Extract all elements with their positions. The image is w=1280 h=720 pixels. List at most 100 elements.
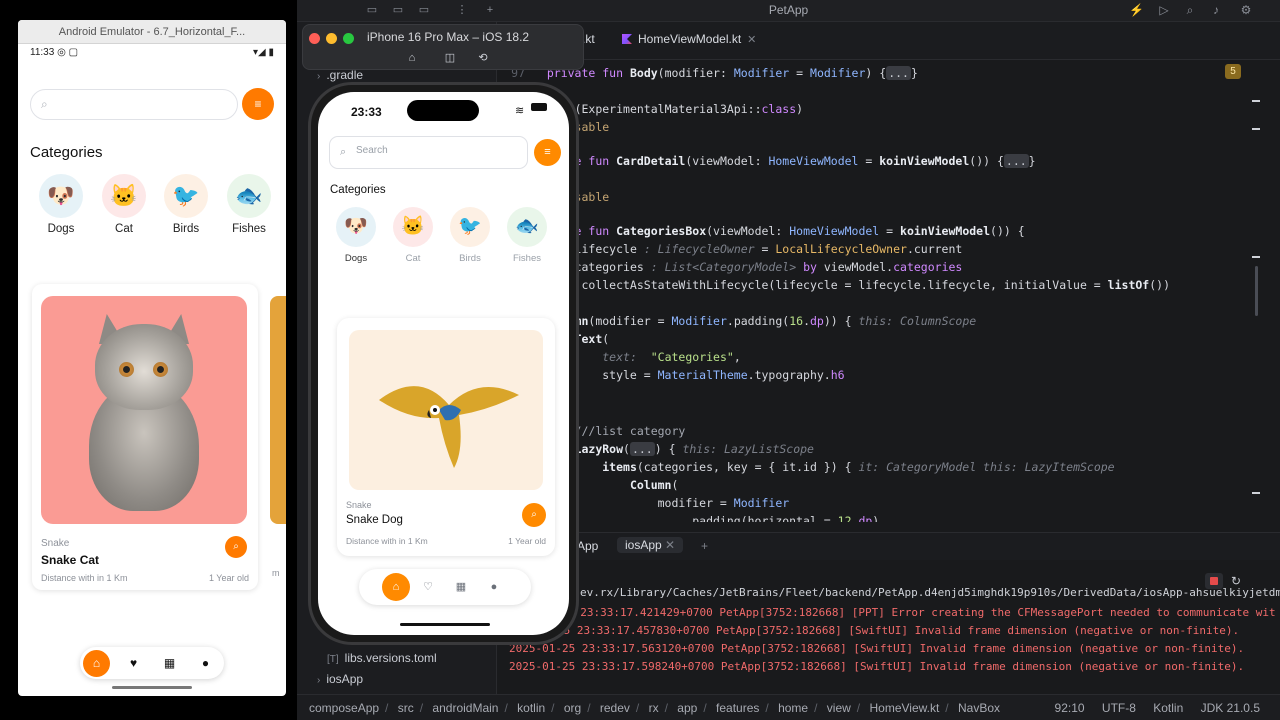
breadcrumb-item[interactable]: home [778, 701, 808, 715]
home-icon[interactable]: ⌂ [405, 51, 419, 65]
pet-type: Snake [346, 500, 372, 510]
minimize-window-button[interactable] [326, 33, 337, 44]
breadcrumb-item[interactable]: androidMain [432, 701, 498, 715]
breadcrumb-item[interactable]: app [677, 701, 697, 715]
category-dogs[interactable]: 🐶 Dogs [38, 174, 84, 235]
cat-illustration-head [95, 324, 193, 410]
home-indicator[interactable] [400, 623, 490, 626]
search-input[interactable] [356, 145, 516, 156]
next-pet-card[interactable] [270, 296, 286, 524]
search-icon-button[interactable]: ⌕ [522, 503, 546, 527]
cat-icon: 🐱 [102, 174, 146, 218]
bell-icon[interactable]: ♪ [1209, 3, 1223, 17]
dog-icon: 🐶 [336, 207, 376, 247]
code-line: items(categories, key = { it.id }) { it:… [602, 460, 1115, 474]
person-icon[interactable]: ● [192, 650, 219, 677]
bottom-nav: ⌂ ♥ ▦ ● [80, 647, 224, 679]
breadcrumb-item[interactable]: src [398, 701, 414, 715]
search-input-box[interactable]: ⌕ [329, 136, 528, 169]
search-input[interactable] [59, 97, 229, 109]
breadcrumb-item[interactable]: HomeView.kt [869, 701, 939, 715]
ide-title-bar: ▭ ▭ ▭ ⋮ + PetApp ⚡ ▷ ⌕ ♪ ⚙ [297, 0, 1280, 22]
gear-icon[interactable]: ⚙ [1239, 3, 1253, 17]
stop-button[interactable] [1205, 573, 1223, 589]
breadcrumb-item[interactable]: view [827, 701, 851, 715]
calendar-icon[interactable]: ▦ [156, 650, 183, 677]
category-dogs[interactable]: 🐶 Dogs [336, 207, 376, 264]
screenshot-icon[interactable]: ◫ [443, 51, 457, 65]
category-cat[interactable]: 🐱 Cat [101, 174, 147, 235]
gutter-mark [1252, 128, 1260, 130]
status-bar: composeApp / src / androidMain / kotlin / or… [297, 694, 1280, 720]
tree-item-gradle[interactable]: › .gradle [317, 68, 363, 82]
next-card-text: m [272, 568, 280, 578]
gesture-bar[interactable] [112, 686, 192, 689]
category-birds[interactable]: 🐦 Birds [163, 174, 209, 235]
category-birds[interactable]: 🐦 Birds [450, 207, 490, 264]
encoding[interactable]: UTF-8 [1102, 701, 1136, 715]
category-label: Cat [115, 223, 133, 235]
close-tab-icon[interactable]: ✕ [665, 538, 675, 552]
gutter-mark [1252, 100, 1260, 102]
run-console[interactable]: ev.rx/Library/Caches/JetBrains/Fleet/bac… [497, 560, 1280, 694]
calendar-icon[interactable]: ▦ [447, 573, 475, 601]
tab-homeviewmodel[interactable]: HomeViewModel.kt ✕ [622, 32, 756, 46]
pet-card[interactable]: Snake Snake Cat Distance with in 1 Km 1 … [32, 284, 258, 590]
terminal-tabs: App iosApp ✕ + [497, 532, 1280, 560]
rotate-icon[interactable]: ⟲ [476, 51, 490, 65]
language[interactable]: Kotlin [1153, 701, 1183, 715]
home-icon[interactable]: ⌂ [382, 573, 410, 601]
search-icon: ⌕ [41, 97, 48, 111]
zoom-window-button[interactable] [343, 33, 354, 44]
restart-icon[interactable]: ↻ [1227, 573, 1245, 589]
code-editor[interactable]: 97 private fun Body(modifier: Modifier =… [497, 62, 1257, 522]
bird-icon: 🐦 [450, 207, 490, 247]
fish-icon: 🐟 [227, 174, 271, 218]
breadcrumb-item[interactable]: redev [600, 701, 630, 715]
filter-button[interactable]: ≡ [534, 139, 561, 166]
gutter-mark [1252, 492, 1260, 494]
tab-composeapp[interactable]: App [577, 539, 598, 553]
category-fishes[interactable]: 🐟 Fishes [507, 207, 547, 264]
person-icon[interactable]: ● [480, 573, 508, 601]
search-input-box[interactable]: ⌕ [30, 89, 238, 120]
search-icon-button[interactable]: ⌕ [225, 536, 247, 558]
tab-iosapp[interactable]: iosApp ✕ [617, 537, 684, 553]
tree-item-libs-versions[interactable]: [T] libs.versions.toml [327, 651, 437, 665]
breadcrumb-item[interactable]: features [716, 701, 759, 715]
run-icon[interactable]: ▷ [1157, 3, 1171, 17]
jdk-version[interactable]: JDK 21.0.5 [1201, 701, 1260, 715]
battery-icon [531, 103, 547, 111]
kotlin-file-icon [622, 34, 632, 44]
category-cat[interactable]: 🐱 Cat [393, 207, 433, 264]
gutter-mark [1252, 256, 1260, 258]
tree-item-iosapp[interactable]: › iosApp [317, 672, 363, 686]
iphone-screen: 23:33 ≋ ⌕ ≡ Categories 🐶 Dogs 🐱 Cat 🐦 Bi… [318, 92, 569, 635]
warning-count-badge[interactable]: 5 [1225, 64, 1241, 79]
breadcrumb-item[interactable]: org [564, 701, 581, 715]
category-label: Dogs [47, 223, 75, 235]
console-line: 5 23:33:17.421429+0700 PetApp[3752:18266… [567, 606, 1276, 619]
home-icon[interactable]: ⌂ [83, 650, 110, 677]
status-info: 92:10 UTF-8 Kotlin JDK 21.0.5 [1041, 701, 1260, 715]
breadcrumb-item[interactable]: composeApp [309, 701, 379, 715]
breadcrumb-item[interactable]: rx [649, 701, 659, 715]
category-fishes[interactable]: 🐟 Fishes [226, 174, 272, 235]
cursor-position[interactable]: 92:10 [1055, 701, 1085, 715]
code-line: .collectAsStateWithLifecycle(lifecycle =… [533, 278, 1170, 292]
category-label: Birds [172, 223, 200, 235]
breadcrumb-item[interactable]: NavBox [958, 701, 1000, 715]
breadcrumb-item[interactable]: kotlin [517, 701, 545, 715]
lightning-icon[interactable]: ⚡ [1129, 3, 1144, 17]
filter-button[interactable]: ≡ [242, 88, 274, 120]
console-line: 2025-01-25 23:33:17.563120+0700 PetApp[3… [509, 642, 1245, 655]
add-tab-icon[interactable]: + [701, 539, 708, 553]
pet-card[interactable]: Snake Snake Dog Distance with in 1 Km 1 … [337, 318, 555, 556]
emulator-title: Android Emulator - 6.7_Horizontal_F... [18, 20, 286, 44]
search-icon[interactable]: ⌕ [1183, 3, 1197, 17]
close-window-button[interactable] [309, 33, 320, 44]
heart-icon[interactable]: ♥ [120, 650, 147, 677]
close-tab-icon[interactable]: ✕ [747, 34, 756, 46]
editor-scrollbar[interactable] [1255, 266, 1258, 316]
heart-icon[interactable]: ♡ [414, 573, 442, 601]
